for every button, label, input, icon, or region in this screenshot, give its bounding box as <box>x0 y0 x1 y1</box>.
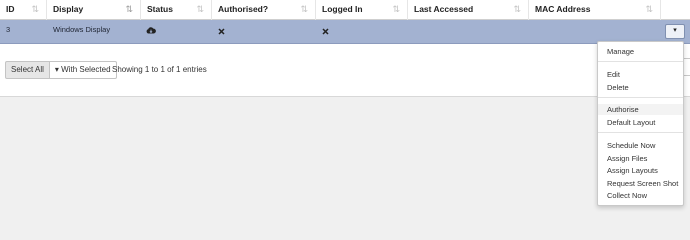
column-header-label: MAC Address <box>535 4 591 14</box>
column-header-label: Authorised? <box>218 4 269 14</box>
cell-logged-in <box>316 20 408 44</box>
menu-item-schedule-now[interactable]: Schedule Now <box>598 140 683 151</box>
menu-item-edit[interactable]: Edit <box>598 69 683 80</box>
bulk-actions: Select All ▾ With Selected <box>5 61 117 79</box>
displays-table-panel: ID ⇅ Display ⇅ Status ⇅ Authorised? ⇅ Lo… <box>0 0 690 97</box>
row-actions-button[interactable]: ▾ <box>665 24 685 39</box>
sort-icon: ⇅ <box>196 4 204 14</box>
cell-status <box>141 20 212 44</box>
menu-item-assign-layouts[interactable]: Assign Layouts <box>598 165 683 176</box>
row-actions-menu: Manage Edit Delete Authorise Default Lay… <box>597 41 684 206</box>
column-header-id[interactable]: ID ⇅ <box>0 0 47 20</box>
column-header-logged-in[interactable]: Logged In ⇅ <box>316 0 408 20</box>
column-header-display[interactable]: Display ⇅ <box>47 0 141 20</box>
cloud-download-icon <box>146 24 156 42</box>
menu-item-request-screen-shot[interactable]: Request Screen Shot <box>598 178 683 189</box>
column-header-last-accessed[interactable]: Last Accessed ⇅ <box>408 0 529 20</box>
with-selected-label: With Selected <box>61 65 111 74</box>
sort-alpha-icon: ⇅ <box>125 4 133 14</box>
caret-down-icon: ▾ <box>673 27 677 34</box>
column-header-mac-address[interactable]: MAC Address ⇅ <box>529 0 661 20</box>
sort-icon: ⇅ <box>31 4 39 14</box>
cell-authorised <box>212 20 316 44</box>
sort-icon: ⇅ <box>392 4 400 14</box>
menu-divider <box>598 61 683 62</box>
menu-item-manage[interactable]: Manage <box>598 46 683 57</box>
menu-divider <box>598 132 683 133</box>
column-header-status[interactable]: Status ⇅ <box>141 0 212 20</box>
menu-item-delete[interactable]: Delete <box>598 82 683 93</box>
display-id: 3 <box>6 25 11 34</box>
cell-id: 3 <box>0 20 47 44</box>
cell-last-accessed <box>408 20 529 44</box>
sort-icon: ⇅ <box>300 4 308 14</box>
times-icon <box>218 24 225 42</box>
sort-icon: ⇅ <box>645 4 653 14</box>
column-header-label: Status <box>147 4 173 14</box>
menu-item-collect-now[interactable]: Collect Now <box>598 190 683 201</box>
with-selected-button[interactable]: ▾ With Selected <box>49 61 117 79</box>
select-all-button[interactable]: Select All <box>5 61 50 79</box>
menu-item-assign-files[interactable]: Assign Files <box>598 153 683 164</box>
table-header: ID ⇅ Display ⇅ Status ⇅ Authorised? ⇅ Lo… <box>0 0 690 20</box>
table-info: Showing 1 to 1 of 1 entries <box>112 65 207 74</box>
sort-icon: ⇅ <box>513 4 521 14</box>
table-row[interactable]: 3 Windows Display ▾ <box>0 20 690 44</box>
menu-item-default-layout[interactable]: Default Layout <box>598 117 683 128</box>
column-header-label: ID <box>6 4 15 14</box>
column-header-label: Last Accessed <box>414 4 474 14</box>
column-header-label: Display <box>53 4 84 14</box>
menu-item-authorise[interactable]: Authorise <box>598 104 683 115</box>
times-icon <box>322 24 329 42</box>
menu-divider <box>598 97 683 98</box>
column-header-label: Logged In <box>322 4 363 14</box>
column-header-authorised[interactable]: Authorised? ⇅ <box>212 0 316 20</box>
caret-down-icon: ▾ <box>54 65 59 74</box>
cell-display: Windows Display <box>47 20 141 44</box>
display-name: Windows Display <box>53 25 111 34</box>
